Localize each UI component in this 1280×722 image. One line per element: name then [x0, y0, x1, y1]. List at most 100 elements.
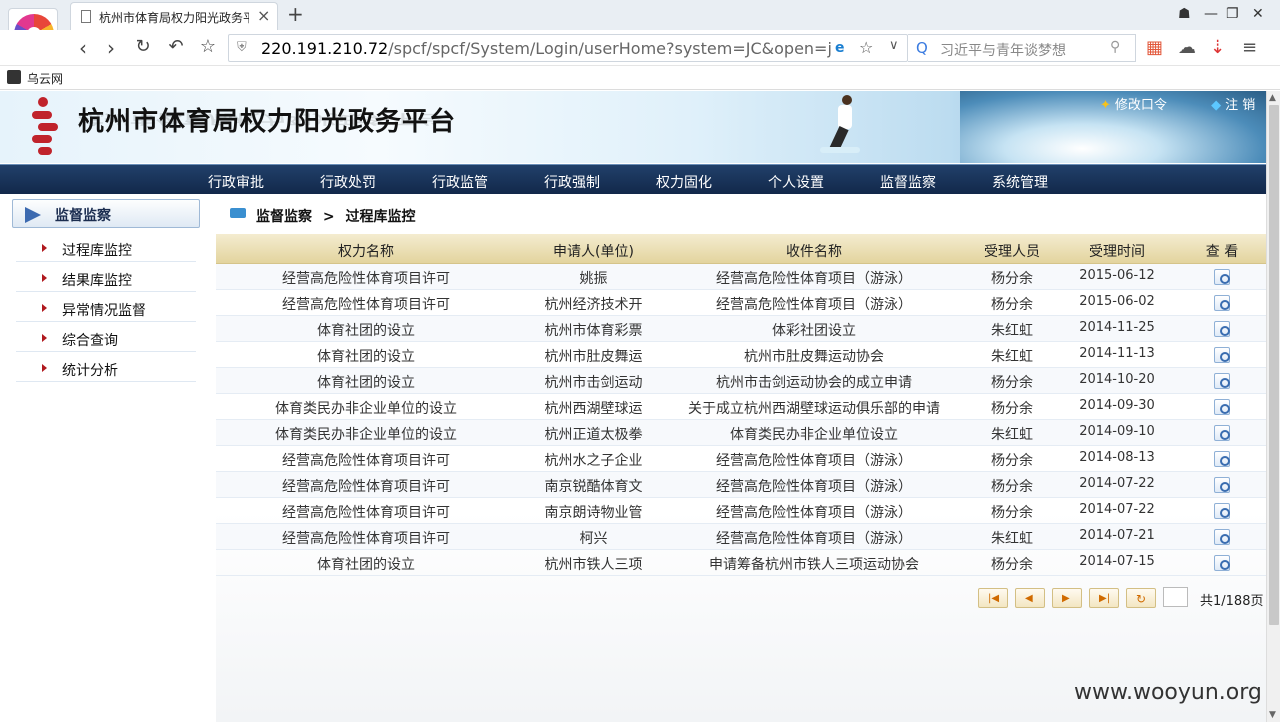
table-row[interactable]: 经营高危险性体育项目许可 杭州水之子企业 经营高危险性体育项目（游泳） 杨分余 2014… — [216, 446, 1266, 472]
table-row[interactable]: 体育社团的设立 杭州市体育彩票 体彩社团设立 朱红虹 2014-11-25 — [216, 316, 1266, 342]
cell-date: 2014-07-22 — [1079, 476, 1155, 491]
undo-button[interactable]: ↶ — [165, 36, 187, 57]
sidebar-title: 监督监察 — [55, 208, 111, 224]
breadcrumb-section[interactable]: 监督监察 — [256, 209, 312, 225]
view-detail-icon[interactable] — [1214, 477, 1230, 493]
maximize-button[interactable]: ❐ — [1226, 6, 1239, 22]
next-page-button[interactable]: ▶ — [1052, 588, 1082, 608]
cell-power-name: 体育社团的设立 — [317, 323, 415, 339]
chevron-down-icon[interactable]: ∨ — [889, 38, 899, 53]
page-number-input[interactable] — [1163, 587, 1188, 607]
menu-item-system[interactable]: 系统管理 — [992, 172, 1048, 192]
table-row[interactable]: 经营高危险性体育项目许可 柯兴 经营高危险性体育项目（游泳） 朱红虹 2014-07-2… — [216, 524, 1266, 550]
new-tab-button[interactable]: + — [287, 2, 304, 26]
menu-item-approval[interactable]: 行政审批 — [208, 172, 264, 192]
cell-date: 2014-07-15 — [1079, 554, 1155, 569]
menu-icon[interactable]: ≡ — [1242, 37, 1257, 58]
cell-power-name: 体育社团的设立 — [317, 557, 415, 573]
sidebar-item-result[interactable]: 结果库监控 — [16, 266, 196, 292]
cell-item-name: 经营高危险性体育项目（游泳） — [716, 479, 912, 495]
minimize-button[interactable]: — — [1204, 6, 1218, 22]
cell-handler: 朱红虹 — [991, 531, 1033, 547]
back-button[interactable]: ‹ — [72, 36, 94, 60]
view-detail-icon[interactable] — [1214, 451, 1230, 467]
prev-page-button[interactable]: ◀ — [1015, 588, 1045, 608]
shield-icon: ⛨ — [237, 40, 247, 55]
view-detail-icon[interactable] — [1214, 555, 1230, 571]
menu-item-enforcement[interactable]: 行政强制 — [544, 172, 600, 192]
scroll-down-icon[interactable]: ▼ — [1269, 710, 1276, 720]
menu-item-penalty[interactable]: 行政处罚 — [320, 172, 376, 192]
cell-date: 2014-11-13 — [1079, 346, 1155, 361]
cell-date: 2014-08-13 — [1079, 450, 1155, 465]
change-password-link[interactable]: ✦ 修改口令 — [1100, 98, 1187, 113]
sidebar-item-anomaly[interactable]: 异常情况监督 — [16, 296, 196, 322]
table-row[interactable]: 体育社团的设立 杭州市击剑运动 杭州市击剑运动协会的成立申请 杨分余 2014-10-2… — [216, 368, 1266, 394]
table-row[interactable]: 经营高危险性体育项目许可 南京朗诗物业管 经营高危险性体育项目（游泳） 杨分余 2014… — [216, 498, 1266, 524]
close-window-button[interactable]: ✕ — [1252, 6, 1264, 22]
bookmark-star-button[interactable]: ☆ — [197, 36, 219, 57]
cell-power-name: 体育社团的设立 — [317, 375, 415, 391]
table-row[interactable]: 体育社团的设立 杭州市肚皮舞运 杭州市肚皮舞运动协会 朱红虹 2014-11-13 — [216, 342, 1266, 368]
search-input[interactable]: 习近平与青年谈梦想 — [940, 40, 1066, 60]
cell-applicant: 杭州市击剑运动 — [544, 375, 643, 391]
table-row[interactable]: 经营高危险性体育项目许可 南京锐酷体育文 经营高危险性体育项目（游泳） 杨分余 2014… — [216, 472, 1266, 498]
bullet-icon — [42, 304, 47, 312]
table-row[interactable]: 体育类民办非企业单位的设立 杭州正道太极拳 体育类民办非企业单位设立 朱红虹 2014-… — [216, 420, 1266, 446]
menu-item-power[interactable]: 权力固化 — [656, 172, 712, 192]
scroll-up-icon[interactable]: ▲ — [1269, 93, 1276, 103]
cloud-icon[interactable]: ☁ — [1178, 37, 1196, 58]
bookmark-wooyun[interactable]: 乌云网 — [27, 70, 63, 87]
apps-icon[interactable]: ▦ — [1146, 37, 1163, 58]
sidebar-item-process[interactable]: 过程库监控 — [16, 236, 196, 262]
view-detail-icon[interactable] — [1214, 529, 1230, 545]
skin-icon[interactable]: ☗ — [1178, 6, 1191, 22]
header-links: ✦ 修改口令 ◆ 注 销 — [1100, 94, 1280, 113]
page-scrollbar[interactable]: ▲ ▼ — [1266, 91, 1280, 722]
refresh-page-button[interactable]: ↻ — [1126, 588, 1156, 608]
view-detail-icon[interactable] — [1214, 347, 1230, 363]
col-handler: 受理人员 — [984, 244, 1040, 260]
cell-item-name: 体育类民办非企业单位设立 — [730, 427, 898, 443]
url-text[interactable]: 220.191.210.72/spcf/spcf/System/Login/us… — [261, 39, 831, 58]
sidebar-header[interactable]: 监督监察 — [12, 199, 200, 228]
menu-item-personal[interactable]: 个人设置 — [768, 172, 824, 192]
forward-button[interactable]: › — [100, 36, 122, 60]
last-page-button[interactable]: ▶| — [1089, 588, 1119, 608]
scroll-thumb[interactable] — [1269, 105, 1279, 625]
table-row[interactable]: 体育类民办非企业单位的设立 杭州西湖壁球运 关于成立杭州西湖壁球运动俱乐部的申请 杨分… — [216, 394, 1266, 420]
tab-title: 杭州市体育局权力阳光政务平台 — [99, 11, 249, 25]
cell-item-name: 杭州市击剑运动协会的成立申请 — [716, 375, 912, 391]
menu-item-supervision[interactable]: 行政监管 — [432, 172, 488, 192]
view-detail-icon[interactable] — [1214, 373, 1230, 389]
search-engine-icon[interactable]: Q — [916, 39, 928, 57]
table-row[interactable]: 体育社团的设立 杭州市铁人三项 申请筹备杭州市铁人三项运动协会 杨分余 2014-07-… — [216, 550, 1266, 576]
reload-button[interactable]: ↻ — [132, 36, 154, 57]
cell-applicant: 杭州市铁人三项 — [544, 557, 643, 573]
breadcrumb-page: 过程库监控 — [345, 209, 416, 225]
search-icon[interactable]: ⚲ — [1110, 39, 1120, 55]
table-header: 权力名称 申请人(单位) 收件名称 受理人员 受理时间 查 看 — [216, 234, 1266, 264]
search-box[interactable]: Q 习近平与青年谈梦想 ⚲ — [908, 34, 1136, 62]
first-page-button[interactable]: |◀ — [978, 588, 1008, 608]
view-detail-icon[interactable] — [1214, 269, 1230, 285]
cell-handler: 杨分余 — [991, 479, 1033, 495]
close-tab-icon[interactable]: × — [257, 6, 270, 25]
download-icon[interactable]: ⇣ — [1210, 37, 1225, 58]
view-detail-icon[interactable] — [1214, 425, 1230, 441]
browser-tab[interactable]: 杭州市体育局权力阳光政务平台 × — [70, 2, 278, 30]
table-row[interactable]: 经营高危险性体育项目许可 姚振 经营高危险性体育项目（游泳） 杨分余 2015-06-1… — [216, 264, 1266, 290]
sidebar-item-query[interactable]: 综合查询 — [16, 326, 196, 352]
main-content: 监督监察 > 过程库监控 权力名称 申请人(单位) 收件名称 受理人员 受理时间… — [216, 194, 1266, 722]
view-detail-icon[interactable] — [1214, 295, 1230, 311]
table-row[interactable]: 经营高危险性体育项目许可 杭州经济技术开 经营高危险性体育项目（游泳） 杨分余 2015… — [216, 290, 1266, 316]
sidebar-item-stats[interactable]: 统计分析 — [16, 356, 196, 382]
cell-item-name: 体彩社团设立 — [772, 323, 856, 339]
menu-item-inspection[interactable]: 监督监察 — [880, 172, 936, 192]
favorite-icon[interactable]: ☆ — [859, 38, 873, 57]
ie-mode-icon[interactable]: e — [835, 40, 845, 56]
view-detail-icon[interactable] — [1214, 321, 1230, 337]
view-detail-icon[interactable] — [1214, 399, 1230, 415]
address-bar[interactable]: ⛨ 220.191.210.72/spcf/spcf/System/Login/… — [228, 34, 908, 62]
view-detail-icon[interactable] — [1214, 503, 1230, 519]
